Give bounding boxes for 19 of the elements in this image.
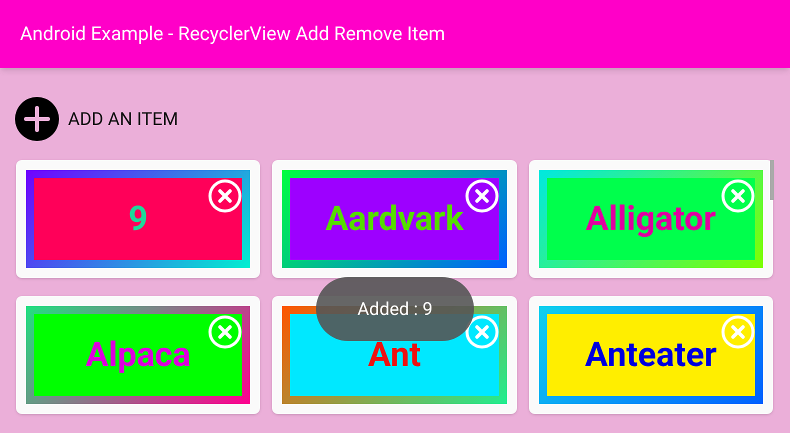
- add-item-button[interactable]: ADD AN ITEM: [14, 95, 178, 143]
- close-icon[interactable]: [464, 315, 499, 349]
- plus-icon: [14, 96, 60, 142]
- item-label: Ant: [368, 334, 421, 376]
- toast-text: Added : 9: [357, 298, 433, 322]
- app-title: Android Example - RecyclerView Add Remove Item: [20, 20, 446, 47]
- close-icon[interactable]: [464, 179, 499, 213]
- item-card[interactable]: 9: [16, 160, 260, 278]
- scrollbar: [770, 160, 774, 200]
- item-label: Alligator: [586, 198, 716, 240]
- item-card[interactable]: Alpaca: [16, 296, 260, 414]
- item-label: Anteater: [584, 334, 717, 376]
- item-label: 9: [128, 198, 148, 240]
- item-card[interactable]: Anteater: [528, 296, 773, 414]
- item-card[interactable]: Aardvark: [272, 160, 517, 278]
- item-card[interactable]: Alligator: [528, 160, 773, 278]
- item-label: Alpaca: [86, 334, 191, 376]
- close-icon[interactable]: [208, 179, 242, 213]
- item-label: Aardvark: [325, 198, 464, 240]
